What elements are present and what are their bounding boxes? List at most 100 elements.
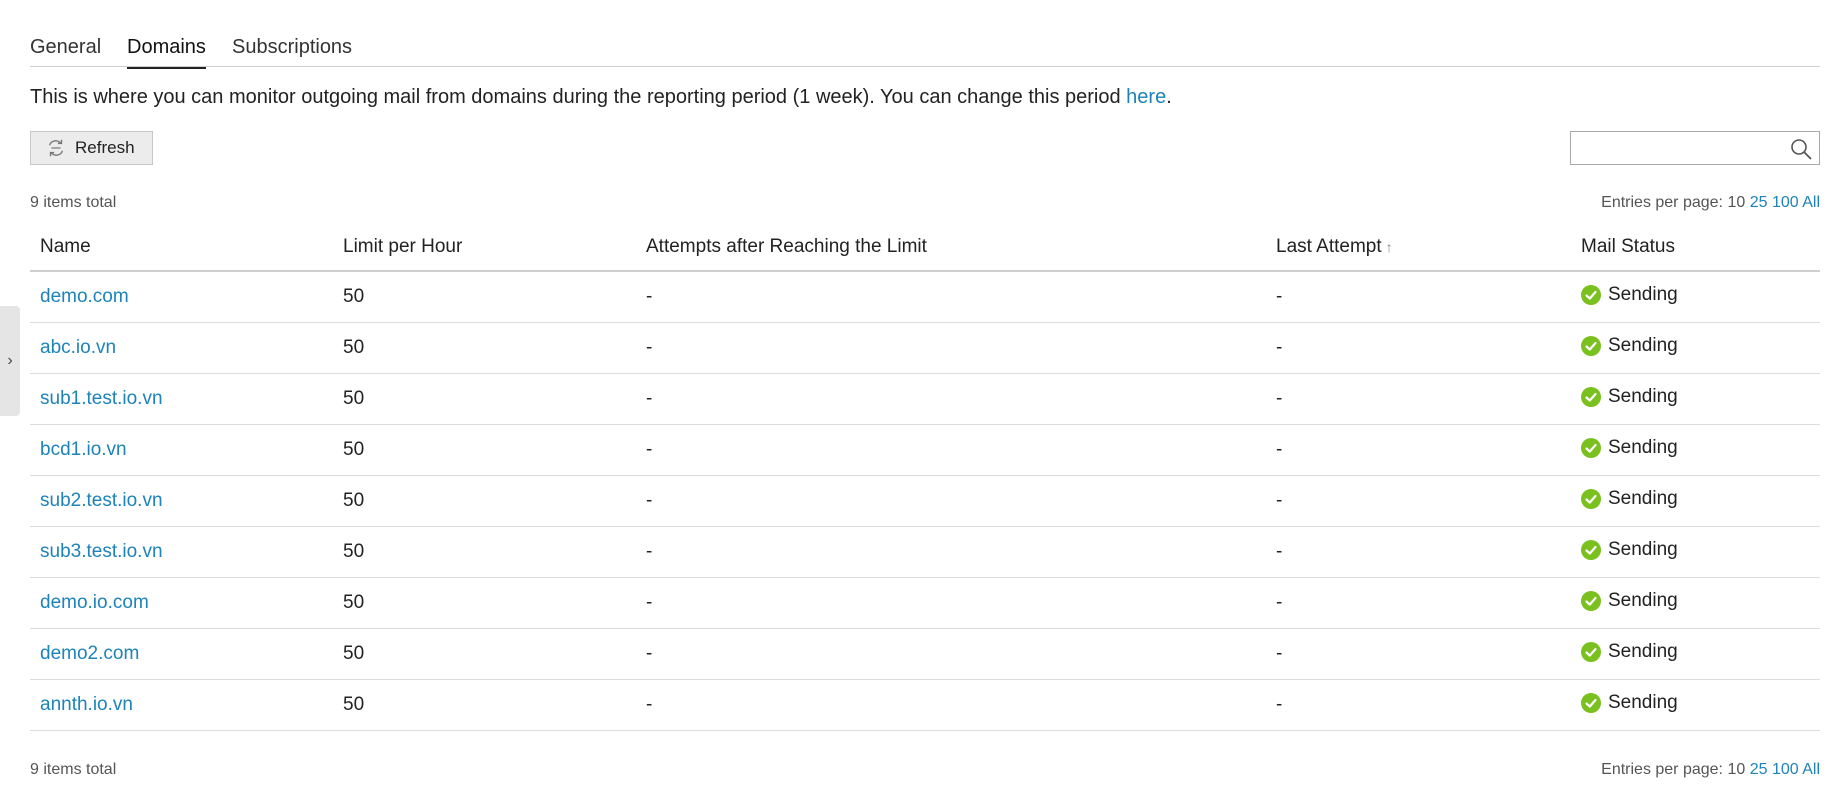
table-row: demo.io.com 50- - Sending [30,577,1820,629]
attempts-cell: - [636,424,1266,476]
status-badge: Sending [1581,284,1678,306]
domain-link[interactable]: sub2.test.io.vn [40,490,163,511]
check-circle-icon [1581,488,1601,509]
attempts-cell: - [636,271,1266,323]
entries-option-100[interactable]: 100 [1772,761,1799,778]
mail-status-cell: Sending [1571,373,1820,425]
mail-status-cell: Sending [1571,271,1820,323]
limit-cell: 50 [333,373,636,425]
entries-option-25[interactable]: 25 [1750,761,1768,778]
check-circle-icon [1581,692,1601,713]
domain-link[interactable]: demo.com [40,286,129,307]
mail-status-cell: Sending [1571,322,1820,374]
intro-suffix: . [1166,86,1172,108]
check-circle-icon [1581,284,1601,305]
domain-link[interactable]: bcd1.io.vn [40,439,127,460]
domain-cell: abc.io.vn [30,322,333,374]
limit-cell: 50 [333,271,636,323]
domain-link[interactable]: sub3.test.io.vn [40,541,163,562]
last-attempt-cell: - [1266,679,1571,731]
entries-per-page-label: Entries per page: [1601,761,1723,778]
status-badge: Sending [1581,437,1678,459]
refresh-button[interactable]: Refresh [30,131,153,165]
limit-cell: 50 [333,577,636,629]
status-label: Sending [1608,283,1678,305]
limit-cell: 50 [333,526,636,578]
check-circle-icon [1581,335,1601,356]
table-row: demo2.com 50- - Sending [30,628,1820,680]
status-badge: Sending [1581,488,1678,510]
limit-cell: 50 [333,424,636,476]
status-label: Sending [1608,589,1678,611]
table-body: demo.com 50- - Sending abc.io.vn 50- - Sending s… [30,271,1820,731]
domain-link[interactable]: demo.io.com [40,592,149,613]
domain-link[interactable]: demo2.com [40,643,139,664]
entries-option-all[interactable]: All [1802,194,1820,211]
limit-cell: 50 [333,322,636,374]
entries-option-all[interactable]: All [1802,761,1820,778]
attempts-cell: - [636,373,1266,425]
intro-description: This is where you can monitor outgoing m… [30,86,1127,108]
mail-status-cell: Sending [1571,424,1820,476]
entries-option-10[interactable]: 10 [1727,194,1745,211]
attempts-cell: - [636,628,1266,680]
last-attempt-cell: - [1266,475,1571,527]
entries-option-100[interactable]: 100 [1772,194,1799,211]
limit-cell: 50 [333,475,636,527]
tab-bar: General Domains Subscriptions [30,0,1820,69]
entries-per-page-label: Entries per page: [1601,194,1723,211]
last-attempt-cell: - [1266,322,1571,374]
status-badge: Sending [1581,335,1678,357]
change-period-link[interactable]: here [1126,86,1166,108]
mail-status-cell: Sending [1571,628,1820,680]
domain-cell: sub3.test.io.vn [30,526,333,578]
last-attempt-cell: - [1266,373,1571,425]
side-panel-toggle[interactable]: › [0,306,20,416]
entries-option-25[interactable]: 25 [1750,194,1768,211]
check-circle-icon [1581,539,1601,560]
check-circle-icon [1581,437,1601,458]
last-attempt-cell: - [1266,628,1571,680]
last-attempt-cell: - [1266,526,1571,578]
search-input[interactable] [1577,132,1791,164]
attempts-cell: - [636,475,1266,527]
column-mail-status[interactable]: Mail Status [1571,224,1820,272]
mail-status-cell: Sending [1571,526,1820,578]
status-label: Sending [1608,334,1678,356]
last-attempt-cell: - [1266,424,1571,476]
chevron-right-icon: › [7,352,13,369]
check-circle-icon [1581,386,1601,407]
status-badge: Sending [1581,590,1678,612]
main-content: General Domains Subscriptions This is wh… [30,0,1820,778]
limit-cell: 50 [333,628,636,680]
domain-link[interactable]: abc.io.vn [40,337,116,358]
table-row: annth.io.vn 50- - Sending [30,679,1820,731]
tab-general[interactable]: General [30,36,101,67]
entries-option-10[interactable]: 10 [1727,761,1745,778]
status-label: Sending [1608,691,1678,713]
tab-domains[interactable]: Domains [127,36,206,69]
column-attempts-after-limit[interactable]: Attempts after Reaching the Limit [636,224,1266,272]
table-row: abc.io.vn 50- - Sending [30,322,1820,374]
status-label: Sending [1608,385,1678,407]
status-badge: Sending [1581,539,1678,561]
tab-subscriptions[interactable]: Subscriptions [232,36,352,67]
domain-link[interactable]: sub1.test.io.vn [40,388,163,409]
column-last-attempt-label: Last Attempt [1276,236,1382,257]
domain-cell: sub2.test.io.vn [30,475,333,527]
status-badge: Sending [1581,641,1678,663]
status-label: Sending [1608,640,1678,662]
column-name[interactable]: Name [30,224,333,272]
last-attempt-cell: - [1266,577,1571,629]
entries-per-page: Entries per page: 10 25 100 All [1601,761,1820,779]
column-limit-per-hour[interactable]: Limit per Hour [333,224,636,272]
domain-link[interactable]: annth.io.vn [40,694,133,715]
search-box [1570,131,1820,165]
domain-cell: annth.io.vn [30,679,333,731]
status-badge: Sending [1581,692,1678,714]
domains-table: Name Limit per Hour Attempts after Reach… [30,224,1820,731]
status-label: Sending [1608,436,1678,458]
search-icon[interactable] [1789,137,1813,161]
column-last-attempt[interactable]: Last Attempt ↑ [1266,224,1571,272]
refresh-label: Refresh [75,138,135,157]
